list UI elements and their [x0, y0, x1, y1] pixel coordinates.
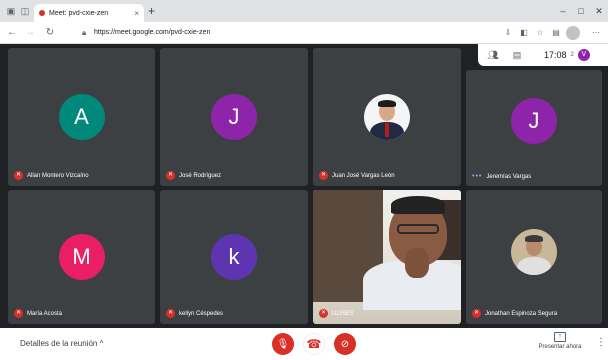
- recording-icon: [39, 10, 45, 16]
- forward-icon[interactable]: →: [24, 27, 36, 39]
- participant-photo: [364, 94, 410, 140]
- participant-name: Jonathan Espinoza Segura: [485, 310, 558, 317]
- mic-off-icon: ✕: [166, 171, 175, 180]
- favorite-icon[interactable]: ☆: [534, 27, 546, 39]
- participant-avatar: M: [58, 234, 105, 280]
- meeting-time: 17:08: [544, 50, 567, 60]
- present-now-label: Presentar ahora: [538, 344, 582, 350]
- reload-icon[interactable]: ↻: [44, 27, 56, 39]
- participant-avatar: J: [511, 98, 557, 145]
- profile-avatar[interactable]: [566, 26, 580, 40]
- toggle-camera-button[interactable]: ⊘: [334, 333, 356, 355]
- hang-up-icon: ☎︎: [306, 337, 322, 351]
- participant-name: ULISES: [332, 310, 354, 317]
- participant-name: Jeremías Vargas: [486, 173, 532, 180]
- tab-actions-icon[interactable]: ◫: [20, 6, 30, 16]
- participant-tile[interactable]: k ✕ kellyn Céspedes: [160, 190, 308, 324]
- participant-video-tile[interactable]: ✕ ULISES: [313, 190, 461, 324]
- participant-name-label: ✕ ULISES: [319, 309, 353, 318]
- toggle-mic-button[interactable]: 🎙︎: [272, 333, 294, 355]
- participant-photo: [511, 228, 557, 275]
- mic-off-icon: ✕: [166, 309, 175, 318]
- participant-tile[interactable]: J ✕ José Rodríguez: [160, 48, 308, 186]
- meeting-info-panel: 👥︎ ▤ 17:08 2 V: [478, 44, 608, 66]
- chat-icon[interactable]: ▤: [508, 50, 526, 61]
- participant-name: María Acosta: [27, 310, 63, 317]
- restore-button[interactable]: □: [574, 4, 588, 18]
- lock-icon[interactable]: 🔒︎: [82, 27, 86, 39]
- participant-name-label: ✕ kellyn Céspedes: [166, 309, 223, 318]
- reading-icon[interactable]: ◧: [518, 27, 530, 39]
- participant-name-label: ✕ Allan Montero Vizcaíno: [14, 171, 89, 180]
- present-now-button[interactable]: ↑ Presentar ahora: [533, 332, 587, 350]
- present-icon: ↑: [554, 332, 566, 342]
- meeting-details-button[interactable]: Detalles de la reunión ^: [20, 338, 103, 350]
- download-icon[interactable]: ⇩: [502, 27, 514, 39]
- camera-off-icon: ⊘: [340, 338, 350, 350]
- back-icon[interactable]: ←: [6, 27, 18, 39]
- chevron-up-icon: ^: [99, 339, 104, 348]
- participant-name: José Rodríguez: [179, 172, 222, 179]
- close-window-button[interactable]: ✕: [592, 4, 606, 18]
- tab-title: Meet: pvd-cxie-zen: [49, 9, 109, 17]
- mic-off-icon: ✕: [319, 309, 328, 318]
- menu-icon[interactable]: ⋯: [590, 27, 602, 39]
- leave-call-button[interactable]: ☎︎: [303, 333, 325, 355]
- collections-icon[interactable]: ▤: [550, 27, 562, 39]
- participant-tile[interactable]: A ✕ Allan Montero Vizcaíno: [8, 48, 155, 186]
- minimize-button[interactable]: –: [556, 4, 570, 18]
- participant-avatar: J: [211, 94, 257, 140]
- participant-tile[interactable]: ✕ Juan José Vargas León: [313, 48, 461, 186]
- mic-off-icon: ✕: [14, 171, 23, 180]
- mic-off-icon: ✕: [319, 171, 328, 180]
- tab-meet[interactable]: Meet: pvd-cxie-zen ×: [34, 4, 144, 22]
- new-tab-button[interactable]: +: [148, 4, 155, 18]
- tab-close-icon[interactable]: ×: [134, 9, 139, 18]
- participant-name: kellyn Céspedes: [179, 310, 224, 317]
- participant-name-label: ✕ María Acosta: [14, 309, 62, 318]
- speaking-icon: •••: [472, 173, 483, 180]
- sidebar-icon[interactable]: ▣: [6, 6, 16, 16]
- mic-off-icon: ✕: [14, 309, 23, 318]
- participant-avatar: A: [58, 94, 105, 140]
- participant-name-label: ✕ Juan José Vargas León: [319, 171, 395, 180]
- more-options-icon[interactable]: ⋮: [596, 337, 606, 349]
- participant-name-label: ••• Jeremías Vargas: [472, 173, 531, 180]
- meeting-details-label: Detalles de la reunión: [20, 339, 98, 348]
- participant-tile[interactable]: M ✕ María Acosta: [8, 190, 155, 324]
- participant-name-label: ✕ José Rodríguez: [166, 171, 221, 180]
- participant-tile[interactable]: J ••• Jeremías Vargas: [466, 70, 602, 186]
- participant-tile[interactable]: ✕ Jonathan Espinoza Segura: [466, 190, 602, 324]
- participant-name-label: ✕ Jonathan Espinoza Segura: [472, 309, 557, 318]
- meeting-control-bar: Detalles de la reunión ^ 🎙︎ ☎︎ ⊘ ↑ Prese…: [0, 328, 608, 360]
- address-bar: ← → ↻ 🔒︎ https://meet.google.com/pvd-cxi…: [0, 22, 608, 44]
- mic-off-icon: 🎙︎: [276, 338, 290, 350]
- url-field[interactable]: https://meet.google.com/pvd-cxie-zen: [94, 27, 210, 39]
- participant-avatar: k: [211, 234, 257, 280]
- mic-off-icon: ✕: [472, 309, 481, 318]
- people-icon[interactable]: 👥︎: [484, 50, 502, 61]
- self-avatar[interactable]: V: [577, 49, 590, 61]
- participant-name: Juan José Vargas León: [332, 172, 395, 179]
- browser-tab-bar: ▣ ◫ Meet: pvd-cxie-zen × + – □ ✕: [0, 0, 608, 22]
- activities-count: 2: [570, 52, 574, 58]
- participant-name: Allan Montero Vizcaíno: [27, 172, 89, 179]
